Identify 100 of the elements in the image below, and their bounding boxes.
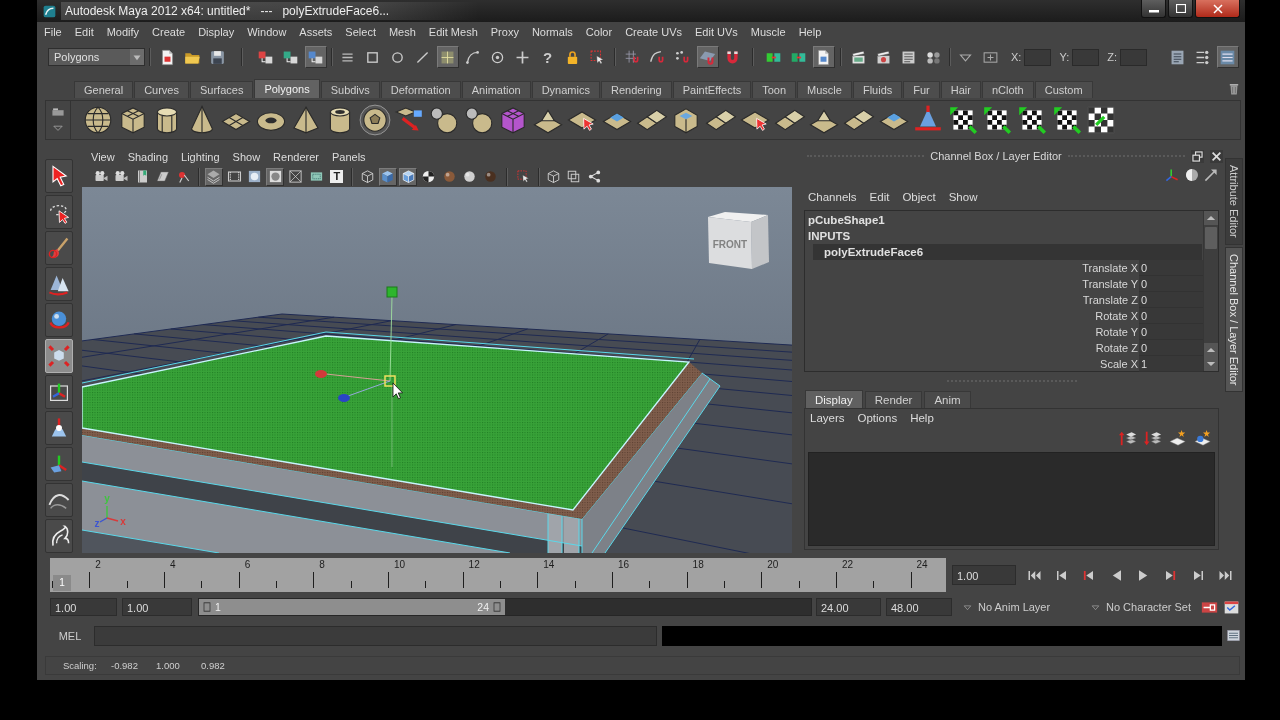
menu-item[interactable]: Modify xyxy=(106,26,140,38)
shelf-tab[interactable]: PaintEffects xyxy=(672,81,752,98)
tool-button[interactable] xyxy=(45,447,73,481)
soccer-ball-icon[interactable] xyxy=(358,104,391,136)
sphere-icon[interactable] xyxy=(82,104,114,136)
menu-item[interactable]: Proxy xyxy=(490,26,519,38)
menu-item[interactable]: Normals xyxy=(531,26,573,38)
menu-item[interactable]: File xyxy=(44,26,62,38)
close-button[interactable] xyxy=(1195,0,1240,18)
menu-item[interactable]: Mesh xyxy=(388,26,416,38)
shape-name[interactable]: pCubeShape1 xyxy=(805,212,1203,228)
shelf-tab[interactable]: Polygons xyxy=(254,79,320,98)
checker-arrow-icon[interactable] xyxy=(981,104,1014,136)
plane-star-icon[interactable] xyxy=(1169,429,1187,447)
panel-menu-item[interactable]: Lighting xyxy=(181,151,220,163)
panel-menu-item[interactable]: Show xyxy=(232,151,261,163)
shelf-tab[interactable]: Curves xyxy=(134,81,189,98)
checker-arrow-icon[interactable] xyxy=(1016,104,1049,136)
shelf-tab[interactable]: Muscle xyxy=(797,81,852,98)
plane-sphere-star-icon[interactable] xyxy=(1194,429,1212,447)
menu-item[interactable]: Edit Mesh xyxy=(428,26,478,38)
half-circle-icon[interactable] xyxy=(1183,167,1200,183)
command-input[interactable] xyxy=(94,625,657,646)
tool-button[interactable] xyxy=(45,159,73,193)
menu-item[interactable]: Select xyxy=(345,26,376,38)
node-name[interactable]: polyExtrudeFace6 xyxy=(813,244,1202,260)
tool-button[interactable] xyxy=(45,303,73,337)
menu-item[interactable]: Edit UVs xyxy=(695,26,738,38)
menu-item[interactable]: Muscle xyxy=(750,26,786,38)
shelf-tab[interactable]: Animation xyxy=(461,81,531,98)
tool-button[interactable] xyxy=(45,231,73,265)
shelf-tab[interactable]: Surfaces xyxy=(190,81,254,98)
folder-tab-icon[interactable] xyxy=(51,106,65,118)
menu-item[interactable]: Display xyxy=(198,26,235,38)
panel-toolbar-button[interactable] xyxy=(204,167,223,186)
menu-item[interactable]: Assets xyxy=(299,26,333,38)
scroll-thumb[interactable] xyxy=(1205,227,1217,249)
layer-tab[interactable]: Anim xyxy=(924,391,971,408)
scroll-up-icon[interactable] xyxy=(1204,211,1218,225)
layers-up-icon[interactable] xyxy=(1119,429,1137,447)
diagonal-arrow-icon[interactable] xyxy=(1203,167,1219,183)
layers-down-icon[interactable] xyxy=(1144,429,1162,447)
panel-toolbar-button[interactable] xyxy=(399,167,418,186)
attribute-value-field[interactable]: 0 xyxy=(1139,276,1203,292)
shelf-tab[interactable]: nCloth xyxy=(981,81,1034,98)
shelf-tab[interactable]: Fur xyxy=(903,81,940,98)
toolbar-button[interactable]: ? xyxy=(536,46,559,68)
attribute-value-field[interactable]: 0 xyxy=(1139,292,1203,308)
maximize-button[interactable] xyxy=(1168,0,1193,18)
minimize-button[interactable] xyxy=(1141,0,1166,18)
panel-toggle-button[interactable] xyxy=(1216,46,1239,68)
shelf-tab[interactable]: Custom xyxy=(1034,81,1093,98)
attribute-value-field[interactable]: 0 xyxy=(1139,340,1203,356)
panel-toolbar-button[interactable] xyxy=(378,167,397,186)
playback-start-field[interactable]: 1.00 xyxy=(122,598,192,616)
coordinate-field[interactable] xyxy=(1024,48,1052,66)
attribute-value-field[interactable]: 0 xyxy=(1139,324,1203,340)
selected-faces[interactable] xyxy=(82,331,702,519)
layer-tab[interactable]: Render xyxy=(864,391,923,408)
panel-menu-item[interactable]: Channels xyxy=(808,191,857,203)
coordinate-field[interactable] xyxy=(1072,48,1100,66)
end-time-field[interactable]: 48.00 xyxy=(886,598,952,616)
layer-tab[interactable]: Display xyxy=(805,390,863,408)
close-icon[interactable] xyxy=(1210,149,1223,163)
current-time-field[interactable]: 1.00 xyxy=(952,565,1016,585)
attribute-value-field[interactable]: 1 xyxy=(1139,356,1203,372)
menu-item[interactable]: Window xyxy=(247,26,287,38)
playback-end-field[interactable]: 24.00 xyxy=(816,598,881,616)
scrollbar[interactable] xyxy=(1203,211,1218,371)
coordinate-field[interactable] xyxy=(1120,48,1147,66)
scroll-up-icon[interactable] xyxy=(1204,343,1218,357)
tool-button[interactable] xyxy=(45,519,73,553)
shelf-tab[interactable]: Toon xyxy=(752,81,797,98)
shelf-tab[interactable]: Subdivs xyxy=(320,81,380,98)
tool-button[interactable] xyxy=(45,411,73,445)
panel-menu-item[interactable]: Layers xyxy=(810,412,845,424)
shelf-tab[interactable]: Hair xyxy=(940,81,981,98)
scroll-down-icon[interactable] xyxy=(1204,357,1218,371)
tool-button[interactable] xyxy=(45,375,73,409)
panel-menu-item[interactable]: View xyxy=(91,151,115,163)
menu-item[interactable]: Help xyxy=(798,26,822,38)
shelf-tab[interactable]: General xyxy=(74,81,134,98)
axes-icon[interactable] xyxy=(1164,167,1180,183)
side-tab[interactable]: Attribute Editor xyxy=(1225,158,1243,245)
move-manipulator[interactable] xyxy=(315,286,398,468)
tool-button[interactable] xyxy=(45,483,73,517)
shelf-tab[interactable]: Rendering xyxy=(600,81,672,98)
attribute-value-field[interactable]: 0 xyxy=(1139,308,1203,324)
shelf-tab[interactable]: Dynamics xyxy=(531,81,600,98)
range-handle-icon[interactable] xyxy=(202,601,212,613)
panel-toolbar-button[interactable]: T xyxy=(327,167,346,186)
panel-menu-item[interactable]: Show xyxy=(948,191,978,203)
panel-menu-item[interactable]: Object xyxy=(902,191,936,203)
attribute-value-field[interactable]: 0 xyxy=(1139,260,1203,276)
viewport-scene[interactable] xyxy=(82,187,792,553)
toolbar-button[interactable] xyxy=(436,46,459,68)
panel-menu-item[interactable]: Edit xyxy=(869,191,890,203)
side-tab[interactable]: Channel Box / Layer Editor xyxy=(1225,246,1243,393)
toolbar-button[interactable] xyxy=(304,46,327,68)
character-set-dropdown[interactable]: No Character Set xyxy=(1086,598,1196,616)
